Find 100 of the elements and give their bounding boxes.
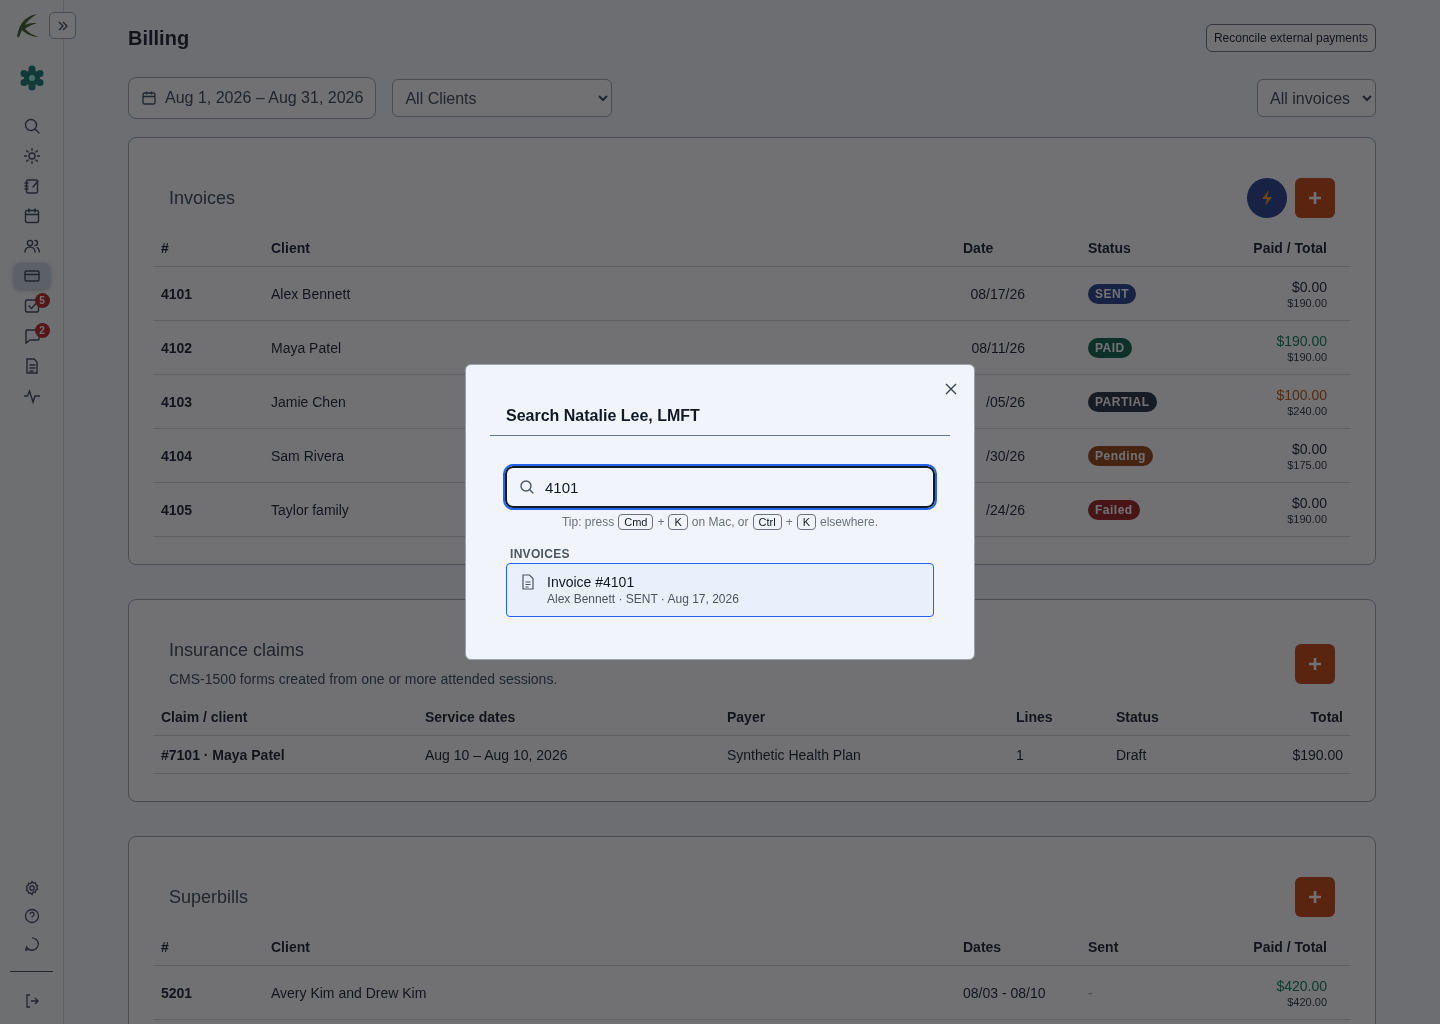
plus-icon [1308, 890, 1322, 904]
invoice-date: 08/17/26 [969, 285, 1025, 302]
paid-amount: $190.00 [1276, 332, 1327, 349]
invoice-number: 4105 [160, 501, 194, 518]
count-badge: 2 [34, 323, 50, 338]
result-detail: Alex Bennett · SENT · Aug 17, 2026 [547, 592, 739, 606]
notebook-icon [22, 177, 41, 195]
key-cap: Ctrl [752, 514, 782, 530]
column-header: Dates [962, 939, 1003, 955]
client-name: Maya Patel [271, 339, 342, 356]
invoice-date: 08/11/26 [970, 339, 1025, 356]
total-amount: $190.00 [1287, 296, 1327, 309]
client-select[interactable]: All Clients [392, 79, 613, 117]
chat-icon [22, 327, 41, 345]
card-subtitle: CMS-1500 forms created from one or more attended sessions. [169, 671, 558, 687]
key-cap: K [668, 514, 688, 530]
column-header: Paid / Total [1252, 240, 1328, 256]
column-header: Lines [1015, 709, 1054, 725]
status-badge: Failed [1088, 499, 1140, 520]
users-icon [22, 237, 41, 255]
invoice-number: 4101 [160, 285, 194, 302]
lightning-button[interactable] [1247, 178, 1287, 218]
activity-icon [22, 387, 41, 405]
nav-button[interactable]: 5 [13, 293, 50, 319]
nav-button[interactable]: 2 [13, 323, 50, 349]
sun-icon [22, 147, 41, 165]
checkbox-icon [22, 297, 41, 315]
invoice-number: 4102 [160, 339, 194, 356]
double-chevron-icon [56, 19, 69, 32]
flower-icon [18, 65, 45, 91]
column-header: Date [962, 240, 995, 256]
status-badge: PAID [1088, 337, 1132, 358]
column-header: Paid / Total [1252, 939, 1328, 955]
nav-button[interactable] [13, 263, 50, 289]
plus-icon [1308, 656, 1322, 671]
add-button[interactable] [1295, 178, 1335, 218]
superbill-number: 5201 [160, 984, 194, 1001]
result-title: Invoice #4101 [547, 574, 636, 590]
claim-client: #7101 · Maya Patel [160, 746, 286, 763]
card-title: Insurance claims [169, 640, 306, 661]
client-name: Sam Rivera [271, 447, 345, 464]
search-field[interactable]: 4101 [505, 466, 935, 508]
paid-amount: $100.00 [1276, 386, 1327, 403]
card-title: Superbills [169, 886, 249, 908]
calendar-icon [22, 207, 41, 225]
client-name: Taylor family [271, 501, 349, 518]
client-name: Jamie Chen [271, 393, 346, 410]
dialog-title: Search Natalie Lee, LMFT [506, 407, 701, 425]
tip-text: elsewhere. [820, 515, 878, 529]
client-name: Alex Bennett [271, 285, 351, 302]
column-header: Status [1087, 240, 1132, 256]
column-header: Client [270, 939, 311, 955]
total-amount: $240.00 [1287, 404, 1327, 417]
status-badge: PARTIAL [1088, 391, 1157, 412]
superbill-dates: 08/03 - 08/10 [962, 984, 1047, 1001]
page-title: Billing [128, 26, 190, 50]
claim-status: Draft [1115, 746, 1148, 763]
invoice-number: 4104 [160, 447, 194, 464]
count-badge: 5 [34, 293, 50, 308]
invoice-number: 4103 [160, 393, 194, 410]
tip-text: + [657, 515, 665, 529]
column-header: # [160, 240, 170, 256]
tip-text: + [785, 515, 793, 529]
search-icon [22, 117, 41, 135]
document-icon [521, 574, 535, 590]
calendar-icon [141, 90, 157, 106]
total-amount: $190.00 [1287, 350, 1327, 363]
key-cap: K [796, 514, 816, 530]
total-amount: $420.00 [1287, 995, 1327, 1008]
lightning-icon [1260, 189, 1274, 207]
total-amount: $190.00 [1287, 512, 1327, 525]
search-icon [519, 479, 535, 495]
key-cap: Cmd [618, 514, 654, 530]
add-button[interactable] [1295, 877, 1335, 917]
status-badge: SENT [1088, 283, 1136, 304]
invoice-filter-select[interactable]: All invoices [1257, 79, 1376, 117]
status-badge: Pending [1088, 445, 1153, 466]
column-header: Total [1309, 709, 1344, 725]
date-range-button[interactable]: Aug 1, 2026 – Aug 31, 2026 [128, 77, 377, 119]
add-button[interactable] [1295, 643, 1335, 684]
paid-amount: $0.00 [1291, 494, 1327, 511]
column-header: Service dates [424, 709, 517, 725]
paid-amount: $420.00 [1276, 977, 1327, 994]
invoice-date: /24/26 [985, 501, 1025, 518]
reconcile-button[interactable]: Reconcile external payments [1205, 24, 1376, 52]
client-name: Avery Kim and Drew Kim [270, 984, 428, 1001]
expand-button[interactable] [49, 12, 76, 39]
sent-value: - [1087, 984, 1094, 1001]
paid-amount: $0.00 [1291, 440, 1327, 457]
search-result[interactable]: Invoice #4101 Alex Bennett · SENT · Aug 17, 2026 [506, 563, 934, 617]
paid-amount: $0.00 [1291, 278, 1327, 295]
invoice-date: /30/26 [985, 447, 1025, 464]
invoice-date: /05/26 [985, 393, 1025, 410]
payer-name: Synthetic Health Plan [726, 746, 862, 763]
column-header: Sent [1087, 939, 1120, 955]
close-icon[interactable] [944, 382, 958, 396]
card-title: Invoices [169, 187, 236, 209]
column-header: Claim / client [160, 709, 249, 725]
line-count: 1 [1015, 746, 1025, 763]
column-header: # [160, 939, 170, 955]
